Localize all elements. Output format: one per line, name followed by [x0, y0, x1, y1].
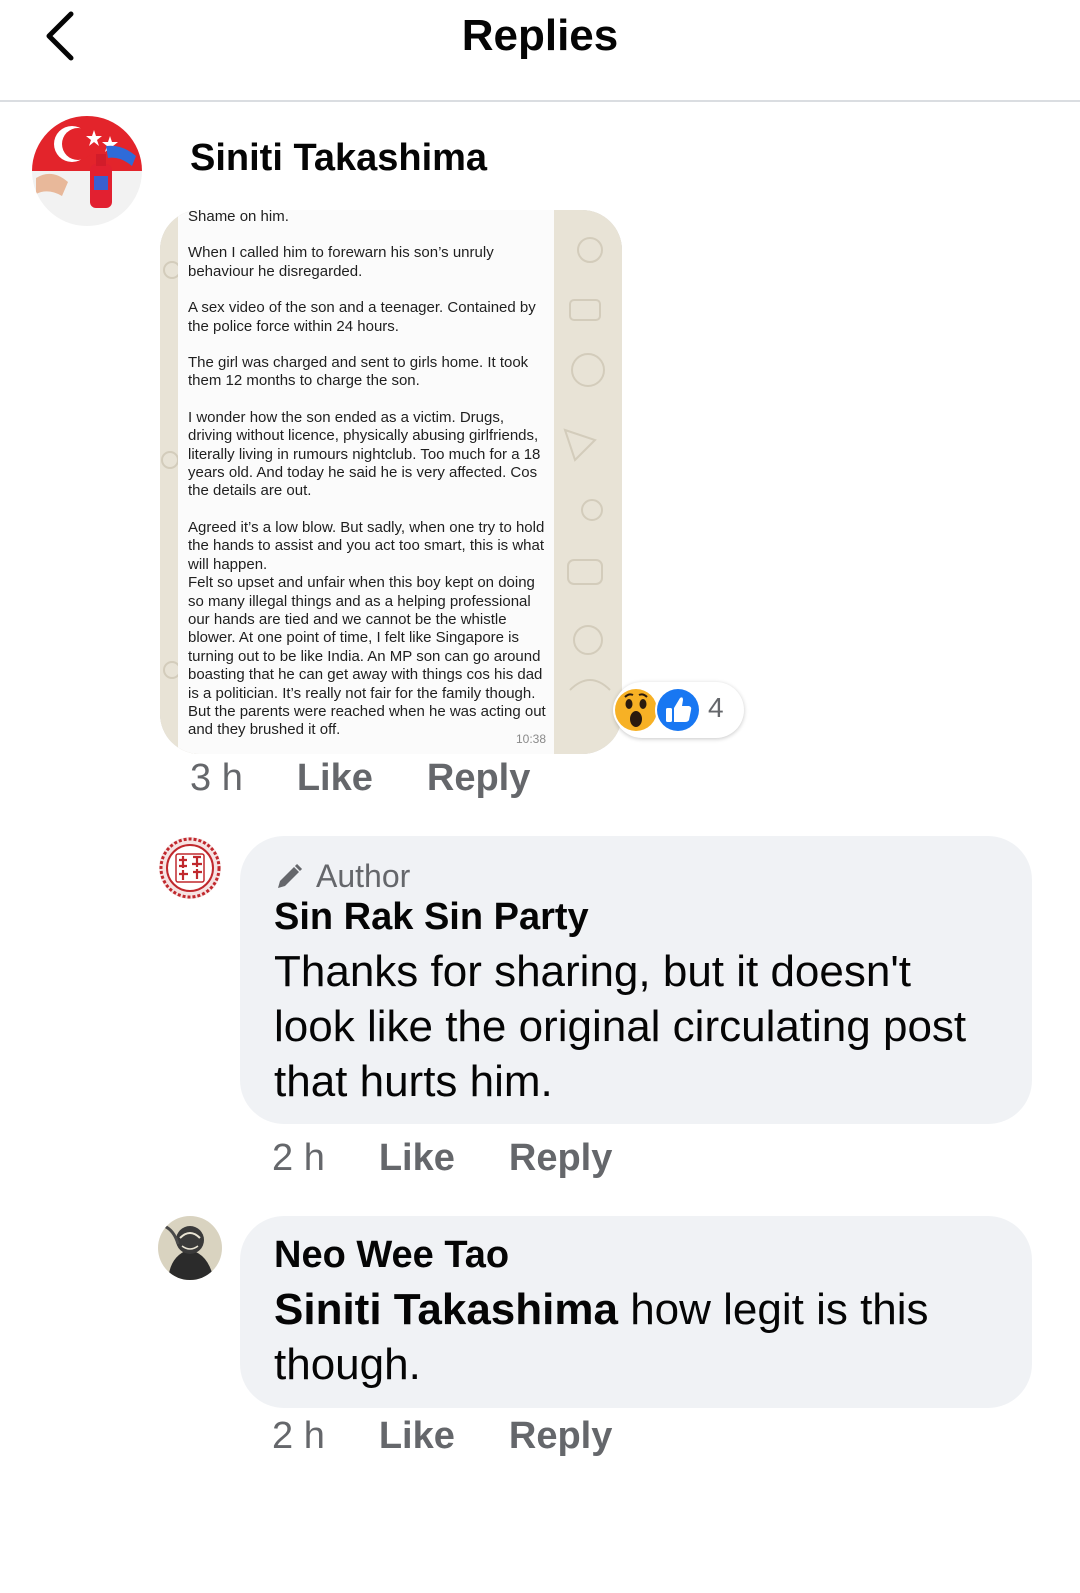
comment-actions: 3 h Like Reply — [190, 756, 530, 800]
screenshot-paragraph: I wonder how the son ended as a victim. … — [188, 408, 541, 500]
seal-logo-avatar — [159, 837, 221, 899]
reply-actions: 2 h Like Reply — [272, 1136, 612, 1180]
screenshot-paragraph: Shame on him. — [188, 210, 289, 225]
screenshot-paragraph: Agreed it’s a low blow. But sadly, when … — [188, 518, 545, 573]
avatar[interactable] — [158, 836, 222, 900]
like-button[interactable]: Like — [379, 1136, 455, 1180]
comment-author-name[interactable]: Siniti Takashima — [190, 136, 487, 180]
portrait-avatar-image — [158, 1216, 222, 1280]
reply-text: Thanks for sharing, but it doesn't look … — [274, 947, 967, 1106]
screenshot-paragraph: When I called him to forewarn his son’s … — [188, 244, 494, 280]
wow-icon — [613, 687, 659, 733]
screenshot-message-text: Shame on him. When I called him to forew… — [188, 210, 548, 740]
screenshot-timestamp: 10:38 — [515, 732, 546, 746]
like-button[interactable]: Like — [297, 756, 373, 800]
reply-text: Siniti Takashima how legit is this thoug… — [274, 1282, 1002, 1392]
screenshot-paragraph: The girl was charged and sent to girls h… — [188, 354, 529, 390]
screenshot-paragraph: Felt so upset and unfair when this boy k… — [188, 574, 546, 739]
comment-timestamp[interactable]: 3 h — [190, 756, 243, 800]
reply-bubble: Neo Wee Tao Siniti Takashima how legit i… — [240, 1216, 1032, 1408]
mention-link[interactable]: Siniti Takashima — [274, 1285, 618, 1334]
reply-author-name[interactable]: Neo Wee Tao — [274, 1234, 509, 1277]
pencil-icon — [278, 863, 303, 888]
reply-author-name[interactable]: Sin Rak Sin Party — [274, 896, 589, 939]
chat-message-bubble: Shame on him. When I called him to forew… — [178, 210, 554, 754]
avatar[interactable] — [32, 116, 142, 226]
like-icon — [655, 687, 701, 733]
author-badge: Author — [274, 858, 410, 895]
reply-actions: 2 h Like Reply — [272, 1414, 612, 1458]
reaction-summary[interactable]: 4 — [613, 682, 744, 738]
author-badge-label: Author — [316, 858, 411, 894]
like-button[interactable]: Like — [379, 1414, 455, 1458]
reply-button[interactable]: Reply — [509, 1414, 612, 1458]
reply-button[interactable]: Reply — [509, 1136, 612, 1180]
attached-screenshot-image[interactable]: Shame on him. When I called him to forew… — [160, 210, 622, 754]
flag-avatar-image — [32, 116, 142, 226]
reply-timestamp[interactable]: 2 h — [272, 1136, 325, 1180]
screenshot-paragraph: A sex video of the son and a teenager. C… — [188, 299, 536, 335]
avatar[interactable] — [158, 1216, 222, 1280]
reply-bubble: Author Sin Rak Sin Party Thanks for shar… — [240, 836, 1032, 1124]
header-bar: Replies — [0, 0, 1080, 102]
reaction-count: 4 — [708, 692, 724, 723]
reply-timestamp[interactable]: 2 h — [272, 1414, 325, 1458]
reply-button[interactable]: Reply — [427, 756, 530, 800]
page-title: Replies — [461, 11, 619, 60]
